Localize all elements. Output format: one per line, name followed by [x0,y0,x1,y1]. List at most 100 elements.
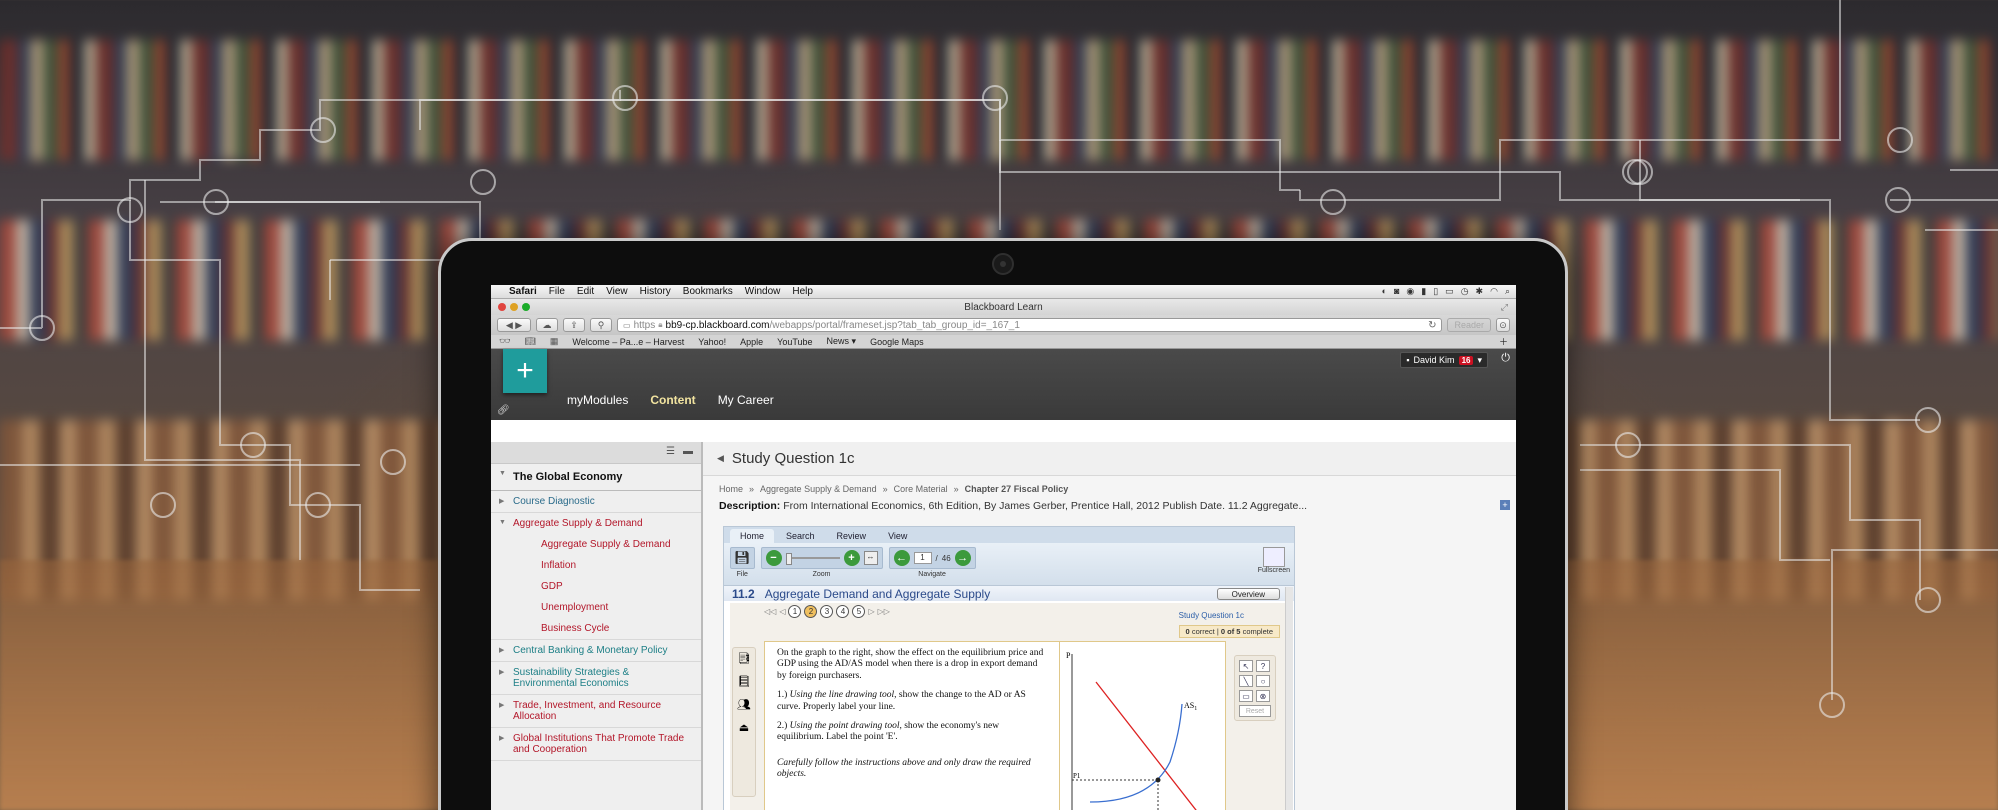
next-page-button[interactable]: → [954,550,971,566]
bookmark-link[interactable]: Apple [740,337,763,347]
bookmark-link[interactable]: YouTube [777,337,812,347]
link-icon[interactable]: 🔗︎ [497,405,510,416]
zoom-slider[interactable] [785,553,840,565]
question-page-current[interactable]: 2 [804,605,818,618]
menu-bookmarks[interactable]: Bookmarks [683,286,733,297]
sidebar-item-trade[interactable]: ▶ Trade, Investment, and Resource Allocat… [491,695,701,728]
menu-edit[interactable]: Edit [577,286,594,297]
reload-icon[interactable]: ↻ [1428,320,1436,331]
notes-icon[interactable]: 📑︎ [737,652,751,665]
bookmark-link[interactable]: Welcome – Pa...e – Harvest [572,337,684,347]
as-curve[interactable] [1089,703,1183,803]
bookmark-link[interactable]: News ▾ [827,336,857,347]
question-page[interactable]: 1 [788,605,802,618]
nav-mymodules[interactable]: myModules [567,393,628,407]
icloud-tabs-icon[interactable]: ☁ [536,318,558,332]
question-page[interactable]: 3 [820,605,834,618]
nav-content[interactable]: Content [650,393,695,407]
bookmark-link[interactable]: Yahoo! [698,337,726,347]
sidebar-item-sustainability[interactable]: ▶ Sustainability Strategies & Environment… [491,662,701,695]
sidebar-subitem[interactable]: Unemployment [491,597,701,618]
help-icon[interactable]: ? [1256,660,1270,672]
bookmark-link[interactable]: Google Maps [870,337,924,347]
status-icon[interactable]: ◙ [1394,286,1399,297]
bluetooth-icon[interactable]: ✱ [1476,286,1484,297]
tab-view[interactable]: View [878,529,917,543]
top-sites-icon[interactable]: ▦ [550,336,559,347]
sidebar-subitem[interactable]: Inflation [491,555,701,576]
menu-file[interactable]: File [549,286,565,297]
fullscreen-button[interactable] [1262,547,1285,567]
reading-list-icon[interactable]: 👓︎ [499,336,510,347]
sidebar-subitem[interactable]: Business Cycle [491,618,701,640]
status-icon[interactable]: ▯ [1433,286,1438,297]
save-icon[interactable]: 💾︎ [734,550,751,566]
tab-search[interactable]: Search [776,529,825,543]
zoom-in-button[interactable]: + [843,550,860,566]
nav-my-career[interactable]: My Career [718,393,774,407]
sidebar-item-aggregate[interactable]: ▼ Aggregate Supply & Demand [491,513,701,534]
zoom-out-button[interactable]: − [765,550,782,566]
breadcrumb-link[interactable]: Aggregate Supply & Demand [760,484,877,494]
status-icon[interactable]: ◐ [1382,286,1387,297]
wifi-icon[interactable]: ◠ [1490,286,1498,297]
print-icon[interactable]: ⏏ [739,721,749,734]
ad-as-graph[interactable]: P AS1 P1 [1060,641,1226,810]
tab-home[interactable]: Home [730,529,775,543]
question-page[interactable]: 4 [836,605,850,618]
sidebar-item-course-diagnostic[interactable]: ▶ Course Diagnostic [491,491,701,513]
menu-window[interactable]: Window [745,286,781,297]
select-tool-icon[interactable]: ↖ [1239,660,1253,672]
breadcrumb-link[interactable]: Home [719,484,743,494]
battery-icon[interactable]: ▭ [1445,286,1454,297]
sidebar-subitem[interactable]: Aggregate Supply & Demand [491,534,701,555]
line-tool-icon[interactable]: ╲ [1239,675,1253,687]
menu-help[interactable]: Help [792,286,813,297]
user-menu[interactable]: ▪ David Kim 16 ▾ [1400,352,1488,368]
reader-button[interactable]: Reader [1447,318,1491,332]
search-icon[interactable]: ⌕ [1505,286,1510,297]
equilibrium-point[interactable] [1155,777,1161,783]
tutor-icon[interactable]: 👥︎ [737,698,751,711]
add-module-button[interactable]: + [503,349,547,393]
reset-button[interactable]: Reset [1239,705,1271,717]
logout-icon[interactable]: ⏻ [1501,352,1510,365]
folder-view-icon[interactable]: ▬ [683,446,693,459]
prev-icon[interactable]: ◁ [779,607,785,616]
share-icon[interactable]: ⇪ [563,318,585,332]
menu-view[interactable]: View [606,286,628,297]
sidebar-item-global-institutions[interactable]: ▶ Global Institutions That Promote Trade … [491,728,701,761]
new-tab-icon[interactable]: ＋ [1499,335,1508,348]
graph-canvas[interactable]: P AS1 P1 [1060,642,1226,810]
extensions-icon[interactable]: ⚲ [590,318,612,332]
page-number-input[interactable]: 1 [913,552,932,564]
back-forward-buttons[interactable]: ◀ ▶ [497,318,531,332]
breadcrumb-link[interactable]: Core Material [894,484,948,494]
label-tool-icon[interactable]: ▭ [1239,690,1253,702]
sidebar-title[interactable]: ▼ The Global Economy [491,464,701,491]
question-page[interactable]: 5 [852,605,866,618]
expand-description-icon[interactable]: + [1500,500,1510,510]
collapse-sidebar-icon[interactable]: ◀ [717,453,724,464]
downloads-icon[interactable]: ⊙ [1496,318,1510,332]
app-menu[interactable]: Safari [509,286,537,297]
point-tool-icon[interactable]: ○ [1256,675,1270,687]
clock-icon[interactable]: ◷ [1461,286,1469,297]
next-icon[interactable]: ▷ [868,607,874,616]
menu-history[interactable]: History [640,286,671,297]
bookmarks-icon[interactable]: 📖︎ [524,336,535,347]
list-view-icon[interactable]: ☰ [666,446,675,459]
previous-page-button[interactable]: ← [893,550,910,566]
book-icon[interactable]: 📘︎ [737,675,751,688]
sidebar-item-central-banking[interactable]: ▶ Central Banking & Monetary Policy [491,640,701,662]
fullscreen-icon[interactable]: ⤢ [1501,302,1508,313]
delete-tool-icon[interactable]: ⊗ [1256,690,1270,702]
address-bar[interactable]: ▭ https 🔒︎ bb9-cp.blackboard.com/webapps… [617,318,1443,332]
first-page-icon[interactable]: ◁◁ [764,607,776,616]
last-page-icon[interactable]: ▷▷ [878,607,890,616]
fit-width-icon[interactable]: ↔ [863,551,878,565]
status-icon[interactable]: ◉ [1406,286,1414,297]
tab-review[interactable]: Review [827,529,877,543]
status-icon[interactable]: ▮ [1421,286,1426,297]
viewer-scrollbar[interactable] [1285,587,1293,810]
